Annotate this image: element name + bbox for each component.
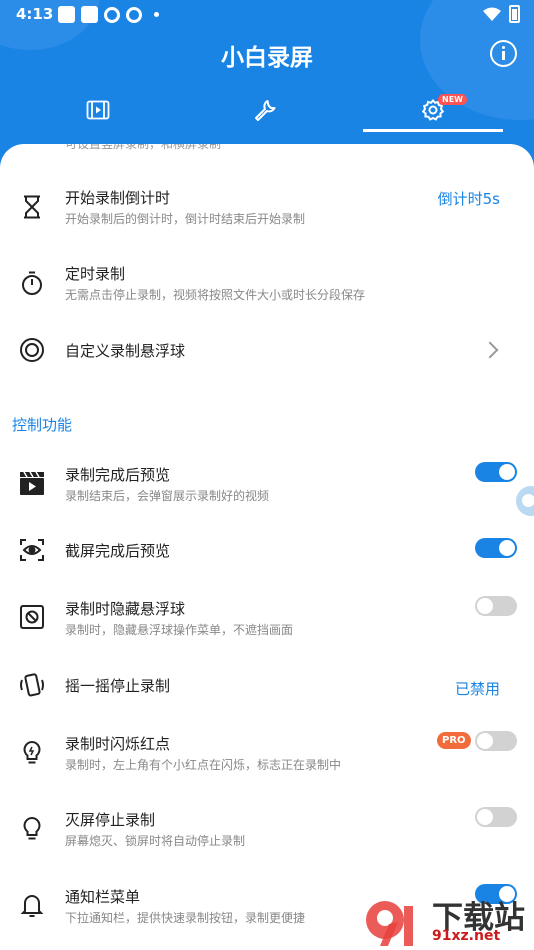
countdown-value[interactable]: 倒计时5s [438,188,500,209]
status-time: 4:13 [16,5,54,23]
control-label: 截屏完成后预览 [65,542,171,560]
control-desc: 录制结束后，会弹窗展示录制好的视频 [65,489,270,503]
new-badge: NEW [438,94,467,105]
control-desc: 屏幕熄灭、锁屏时将自动停止录制 [65,834,246,848]
status-bar: 4:13 [0,0,534,30]
toggle-knob [477,809,493,825]
setting-desc: 开始录制后的倒计时，倒计时结束后开始录制 [65,212,306,226]
preview-after-screenshot-toggle[interactable] [475,538,517,558]
control-label: 录制时闪烁红点 [65,735,171,753]
shake-phone-icon [20,673,44,697]
setting-desc: 无需点击停止录制，视频将按照文件大小或时长分段保存 [65,288,366,302]
toggle-knob [477,733,493,749]
stop-on-screen-off-toggle[interactable] [475,807,517,827]
tab-videos[interactable] [28,88,168,132]
tab-tools[interactable] [195,88,335,132]
status-right [483,5,520,23]
shake-to-stop-value[interactable]: 已禁用 [455,678,500,699]
control-label: 录制时隐藏悬浮球 [65,600,186,618]
hide-float-ball-toggle[interactable] [475,596,517,616]
notification-square-icon [81,6,98,23]
target-circle-icon [20,338,44,362]
setting-label: 开始录制倒计时 [65,189,171,207]
screenshot-eye-icon [20,539,44,561]
control-label: 录制完成后预览 [65,466,171,484]
bell-icon [20,895,44,917]
notification-ring-icon [126,6,142,23]
toggle-knob [499,464,515,480]
wrench-icon [255,100,276,121]
watermark-url: 91xz.net [432,928,501,944]
wifi-icon [483,7,501,21]
info-icon[interactable] [490,40,517,67]
control-label: 灭屏停止录制 [65,811,156,829]
cut-off-description: 可设置竖屏录制，和横屏录制 [65,144,222,151]
control-desc: 下拉通知栏，提供快速录制按钮，录制更便捷 [65,911,306,925]
page-title: 小白录屏 [221,45,313,71]
hourglass-icon [24,195,40,219]
toggle-knob [477,598,493,614]
control-label: 摇一摇停止录制 [65,677,171,695]
app-header: 4:13 小白录屏 NEW [0,0,534,160]
control-label: 通知栏菜单 [65,888,141,906]
control-desc: 录制时，隐藏悬浮球操作菜单，不遮挡画面 [65,623,294,637]
stopwatch-icon [22,271,42,295]
section-title-controls: 控制功能 [12,416,73,434]
lightbulb-icon [23,740,41,764]
setting-label: 定时录制 [65,265,126,283]
toggle-knob [499,540,515,556]
watermark-logo-icon [366,901,413,946]
hide-float-icon [20,605,44,629]
battery-icon [509,5,520,23]
active-tab-indicator [363,129,503,132]
pro-badge: PRO [437,732,471,749]
notification-square-icon [58,6,75,23]
more-notifications-icon [154,12,159,17]
clapperboard-icon [20,471,44,495]
video-film-icon [86,100,110,120]
flash-red-dot-toggle[interactable] [475,731,517,751]
setting-label: 自定义录制悬浮球 [65,342,186,360]
lightbulb-icon [23,816,41,840]
preview-after-recording-toggle[interactable] [475,462,517,482]
control-desc: 录制时，左上角有个小红点在闪烁，标志正在录制中 [65,758,342,772]
notification-ring-icon [104,6,120,23]
chevron-right-icon [481,341,499,359]
tab-settings[interactable] [363,88,503,132]
watermark: 下载站 91xz.net [362,892,534,950]
settings-card: 可设置竖屏录制，和横屏录制 开始录制倒计时 开始录制后的倒计时，倒计时结束后开始… [0,144,534,950]
notification-icons [58,6,159,23]
